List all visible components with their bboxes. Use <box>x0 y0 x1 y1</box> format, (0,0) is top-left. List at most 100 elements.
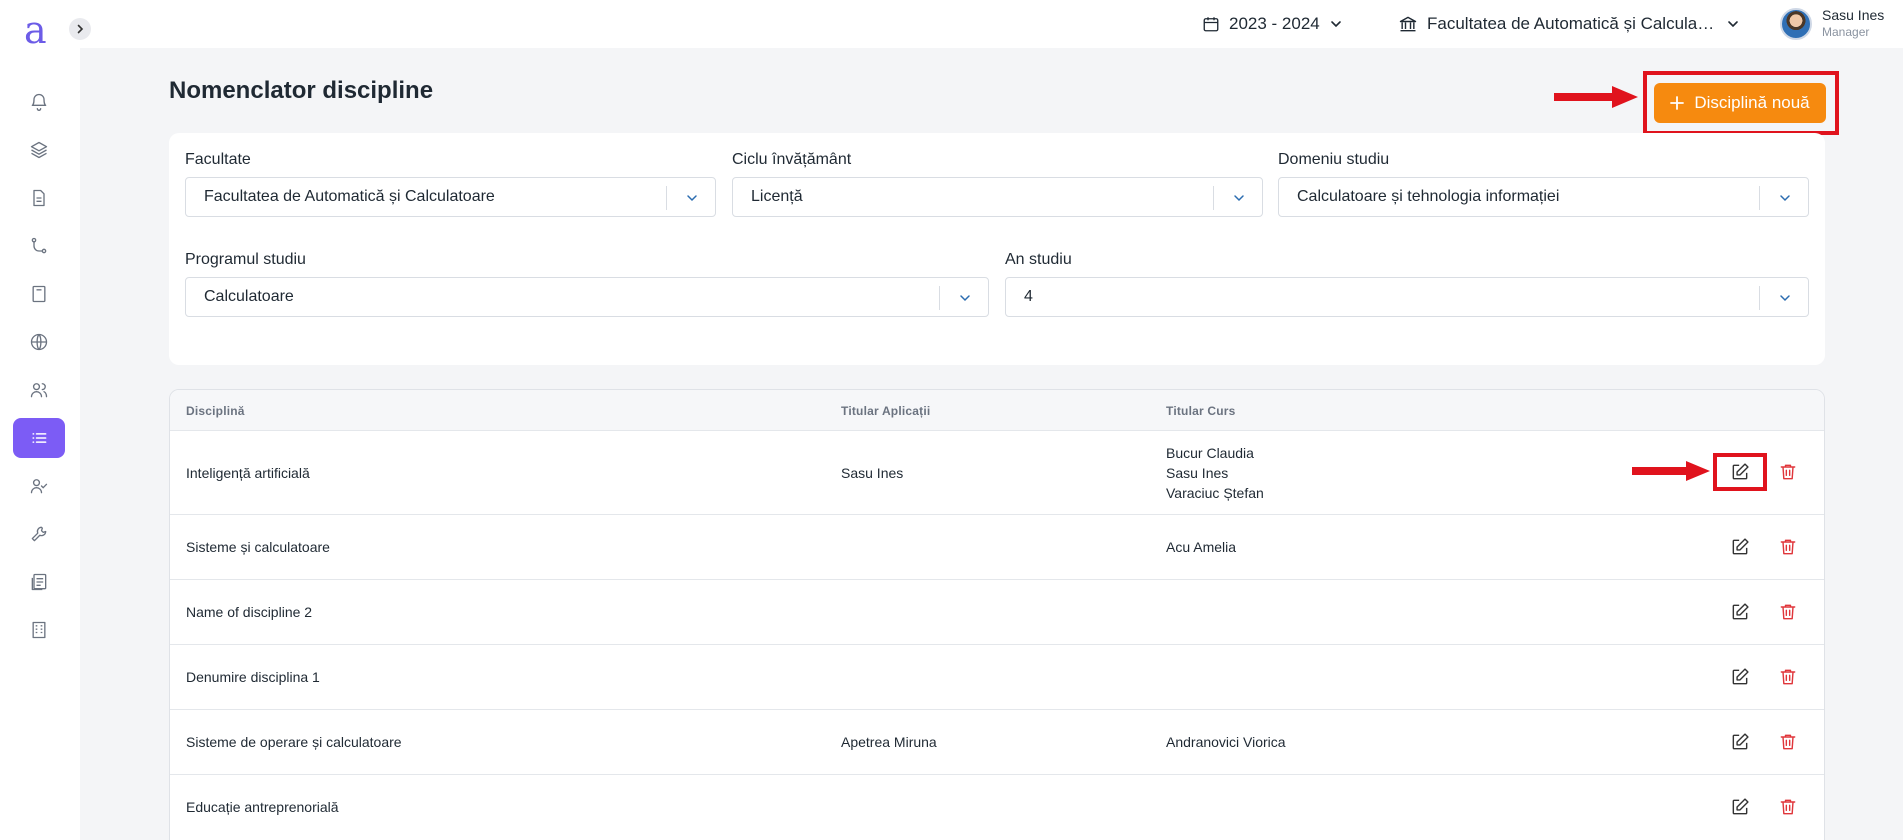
titular-curs-name: Varaciuc Ștefan <box>1166 485 1264 501</box>
table-header: Disciplină Titular Aplicații Titular Cur… <box>170 390 1824 431</box>
select-divider <box>1213 186 1214 210</box>
sidebar-item-buildings[interactable] <box>13 610 65 650</box>
page-title: Nomenclator discipline <box>169 77 434 104</box>
user-name: Sasu Ines <box>1822 7 1885 23</box>
delete-button[interactable] <box>1777 601 1799 623</box>
edit-icon <box>1732 798 1749 815</box>
sidebar-item-layers[interactable] <box>13 130 65 170</box>
table-row: Inteligență artificială Sasu Ines Bucur … <box>170 431 1824 515</box>
filter-an-select[interactable]: 4 <box>1005 277 1809 317</box>
user-info: Sasu Ines Manager <box>1822 7 1884 41</box>
sidebar-item-users[interactable] <box>13 370 65 410</box>
cell-disciplina: Educație antreprenorială <box>186 799 339 815</box>
wrench-icon <box>31 526 47 542</box>
edit-icon <box>1732 538 1749 555</box>
delete-button[interactable] <box>1777 731 1799 753</box>
sidebar-item-notifications[interactable] <box>13 82 65 122</box>
faculty-value: Facultatea de Automatică și Calculatoare <box>1427 14 1717 33</box>
plus-icon <box>1670 96 1685 110</box>
column-header-titular-aplicatii[interactable]: Titular Aplicații <box>841 404 930 418</box>
user-role: Manager <box>1822 25 1870 39</box>
edit-button[interactable] <box>1729 461 1751 483</box>
sidebar-item-global[interactable] <box>13 322 65 362</box>
cell-titular-curs: Andranovici Viorica <box>1166 734 1286 750</box>
trash-icon <box>1780 799 1796 815</box>
table-row: Denumire disciplina 1 <box>170 645 1824 710</box>
document-icon <box>33 189 45 207</box>
sidebar-expand-button[interactable] <box>69 18 91 40</box>
delete-button[interactable] <box>1777 461 1799 483</box>
sidebar-item-settings[interactable] <box>13 514 65 554</box>
globe-icon <box>30 333 48 351</box>
chevron-down-icon <box>960 295 970 302</box>
edit-icon <box>1732 603 1749 620</box>
cell-titular-curs: Bucur Claudia Sasu Ines Varaciuc Ștefan <box>1166 443 1264 503</box>
book-icon <box>32 285 46 303</box>
cell-disciplina: Name of discipline 2 <box>186 604 313 620</box>
filter-facultate-label: Facultate <box>185 151 251 168</box>
column-header-titular-curs[interactable]: Titular Curs <box>1166 404 1236 418</box>
cell-disciplina: Sisteme și calculatoare <box>186 539 330 555</box>
filter-program-value: Calculatoare <box>204 288 294 305</box>
edit-button[interactable] <box>1729 796 1751 818</box>
select-divider <box>939 286 940 310</box>
add-discipline-label: Disciplină nouă <box>1694 93 1810 112</box>
filter-ciclu-value: Licență <box>751 188 803 205</box>
titular-curs-name: Sasu Ines <box>1166 465 1229 481</box>
edit-icon <box>1732 463 1749 480</box>
sidebar-item-user-check[interactable] <box>13 466 65 506</box>
edit-icon <box>1732 733 1749 750</box>
table-row: Sisteme și calculatoare Acu Amelia <box>170 515 1824 580</box>
red-arrow-annotation <box>1554 86 1638 108</box>
avatar <box>1780 8 1812 40</box>
sidebar-item-documents[interactable] <box>13 178 65 218</box>
chevron-down-icon <box>1728 21 1738 28</box>
trash-icon <box>1780 464 1796 480</box>
table-row: Name of discipline 2 <box>170 580 1824 645</box>
disciplines-table: Disciplină Titular Aplicații Titular Cur… <box>169 389 1825 840</box>
sidebar-nav <box>0 82 80 658</box>
cell-disciplina: Inteligență artificială <box>186 465 310 481</box>
chevron-down-icon <box>1330 21 1341 28</box>
sidebar: a <box>0 0 80 840</box>
users-icon <box>30 383 48 398</box>
chevron-down-icon <box>687 195 697 202</box>
user-menu[interactable]: Sasu Ines Manager <box>1780 4 1884 44</box>
edit-button[interactable] <box>1729 601 1751 623</box>
filter-facultate-value: Facultatea de Automatică și Calculatoare <box>204 188 495 205</box>
app-logo[interactable]: a <box>24 8 47 52</box>
sidebar-item-reports[interactable] <box>13 562 65 602</box>
sidebar-item-discipline-list[interactable] <box>13 418 65 458</box>
building-icon <box>32 621 46 639</box>
faculty-select[interactable]: Facultatea de Automatică și Calculatoare <box>1398 10 1740 38</box>
academic-year-select[interactable]: 2023 - 2024 <box>1202 10 1343 38</box>
add-discipline-button[interactable]: Disciplină nouă <box>1654 83 1826 123</box>
edit-icon <box>1732 668 1749 685</box>
titular-curs-name: Andranovici Viorica <box>1166 734 1286 750</box>
delete-button[interactable] <box>1777 536 1799 558</box>
cell-titular-aplicatii: Sasu Ines <box>841 465 904 481</box>
edit-button[interactable] <box>1729 536 1751 558</box>
filter-ciclu-select[interactable]: Licență <box>732 177 1263 217</box>
academic-year-value: 2023 - 2024 <box>1229 14 1320 33</box>
edit-button[interactable] <box>1729 731 1751 753</box>
sidebar-item-workflow[interactable] <box>13 226 65 266</box>
cell-disciplina: Sisteme de operare și calculatoare <box>186 734 402 750</box>
filter-facultate-select[interactable]: Facultatea de Automatică și Calculatoare <box>185 177 716 217</box>
filter-program: Programul studiu Calculatoare <box>185 251 989 317</box>
cell-titular-aplicatii: Apetrea Miruna <box>841 734 937 750</box>
sidebar-item-catalog[interactable] <box>13 274 65 314</box>
filter-program-select[interactable]: Calculatoare <box>185 277 989 317</box>
filter-an: An studiu 4 <box>1005 251 1809 317</box>
delete-button[interactable] <box>1777 666 1799 688</box>
reports-icon <box>31 573 47 591</box>
column-header-disciplina[interactable]: Disciplină <box>186 404 245 418</box>
filter-an-value: 4 <box>1024 288 1033 305</box>
delete-button[interactable] <box>1777 796 1799 818</box>
calendar-icon <box>1203 17 1219 32</box>
edit-button[interactable] <box>1729 666 1751 688</box>
filter-domeniu-select[interactable]: Calculatoare și tehnologia informației <box>1278 177 1809 217</box>
filter-an-label: An studiu <box>1005 251 1072 268</box>
cell-titular-curs: Acu Amelia <box>1166 539 1236 555</box>
titular-curs-name: Bucur Claudia <box>1166 445 1254 461</box>
